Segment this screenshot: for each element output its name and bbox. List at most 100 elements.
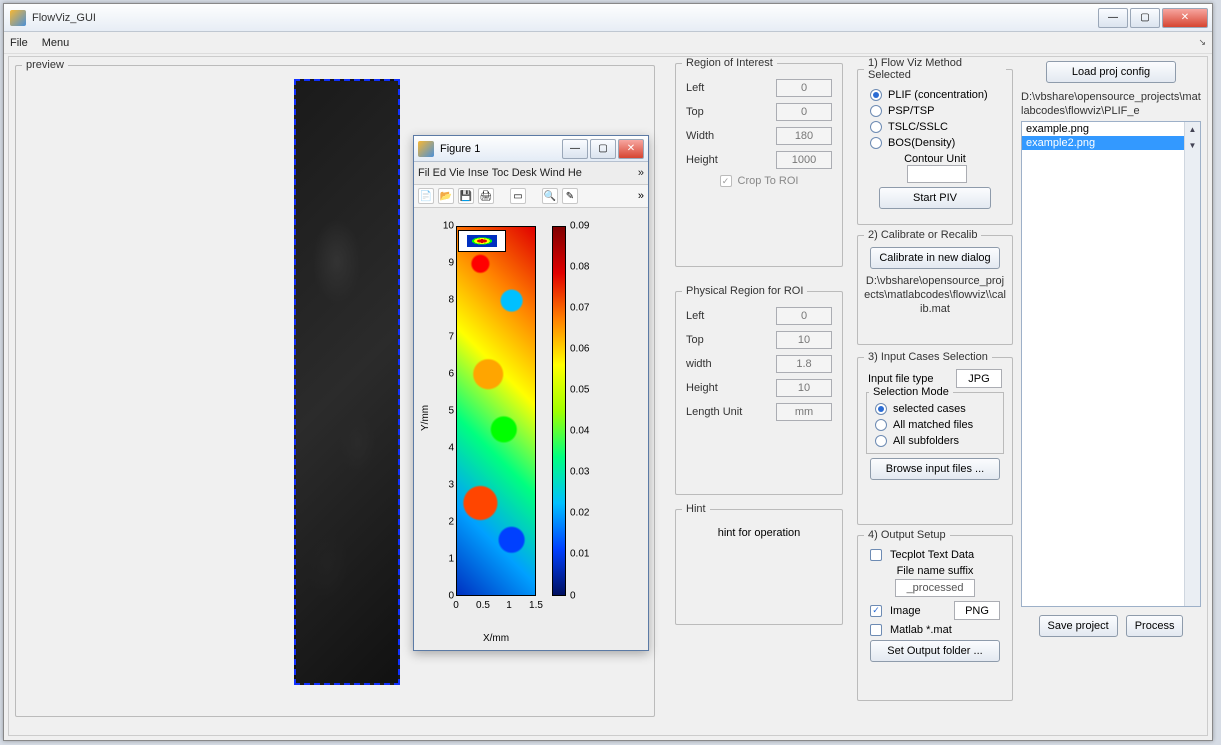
length-unit-input[interactable] bbox=[776, 403, 832, 421]
contour-unit-input[interactable] bbox=[907, 165, 967, 183]
radio-all-matched[interactable] bbox=[875, 419, 887, 431]
phys-left-label: Left bbox=[686, 310, 704, 322]
figure-titlebar[interactable]: Figure 1 — ▢ ✕ bbox=[414, 136, 648, 162]
radio-tslc[interactable] bbox=[870, 121, 882, 133]
save-project-button[interactable]: Save project bbox=[1039, 615, 1118, 637]
suffix-input[interactable] bbox=[895, 579, 975, 597]
preview-image[interactable] bbox=[294, 79, 400, 685]
colorbar-tick: 0 bbox=[570, 591, 576, 602]
x-axis-label: X/mm bbox=[456, 633, 536, 644]
roi-left-input[interactable] bbox=[776, 79, 832, 97]
method-panel: 1) Flow Viz Method Selected PLIF (concen… bbox=[857, 57, 1013, 225]
colorbar-tick: 0.05 bbox=[570, 385, 589, 396]
menu-file[interactable]: File bbox=[10, 37, 28, 49]
menubar-toggle-icon[interactable]: ↘ bbox=[1198, 37, 1206, 48]
length-unit-label: Length Unit bbox=[686, 406, 742, 418]
pointer-icon[interactable]: ▭ bbox=[510, 188, 526, 204]
hint-text: hint for operation bbox=[682, 527, 836, 539]
filetype-label: Input file type bbox=[868, 373, 933, 385]
hint-legend: Hint bbox=[682, 503, 710, 515]
open-icon[interactable]: 📂 bbox=[438, 188, 454, 204]
figure-title: Figure 1 bbox=[440, 143, 560, 155]
ytick: 2 bbox=[440, 517, 454, 528]
process-button[interactable]: Process bbox=[1126, 615, 1184, 637]
toolbar-more-icon[interactable]: » bbox=[638, 190, 644, 202]
figure-window[interactable]: Figure 1 — ▢ ✕ Fil Ed Vie Inse Toc Desk … bbox=[413, 135, 649, 651]
figmenu-window[interactable]: Wind bbox=[540, 167, 565, 179]
figmenu-tools[interactable]: Toc bbox=[492, 167, 509, 179]
figmenu-desktop[interactable]: Desk bbox=[512, 167, 537, 179]
figure-maximize-button[interactable]: ▢ bbox=[590, 139, 616, 159]
figure-toolbar: 📄 📂 💾 🖨 ▭ 🔍 ✎ » bbox=[414, 184, 648, 208]
preview-legend: preview bbox=[22, 59, 68, 71]
colorbar bbox=[552, 226, 566, 596]
figmenu-more-icon[interactable]: » bbox=[638, 167, 644, 179]
calibrate-button[interactable]: Calibrate in new dialog bbox=[870, 247, 999, 269]
image-type-input[interactable]: PNG bbox=[954, 601, 1000, 620]
figure-close-button[interactable]: ✕ bbox=[618, 139, 644, 159]
suffix-label: File name suffix bbox=[864, 565, 1006, 577]
radio-selected-cases-label: selected cases bbox=[893, 403, 966, 415]
roi-width-input[interactable] bbox=[776, 127, 832, 145]
list-item[interactable]: example2.png bbox=[1022, 136, 1200, 150]
physical-roi-panel: Physical Region for ROI Left Top width H… bbox=[675, 285, 843, 495]
load-proj-config-button[interactable]: Load proj config bbox=[1046, 61, 1176, 83]
figmenu-insert[interactable]: Inse bbox=[468, 167, 489, 179]
roi-height-label: Height bbox=[686, 154, 718, 166]
window-title: FlowViz_GUI bbox=[32, 12, 1096, 24]
figmenu-edit[interactable]: Ed bbox=[433, 167, 446, 179]
figure-plot-area: 10 9 8 7 6 5 4 3 2 1 0 Y/mm 0 0.5 1 1.5 … bbox=[414, 212, 648, 650]
radio-plif-label: PLIF (concentration) bbox=[888, 89, 988, 101]
axes[interactable] bbox=[456, 226, 536, 596]
tecplot-label: Tecplot Text Data bbox=[890, 549, 974, 561]
image-checkbox[interactable] bbox=[870, 605, 882, 617]
radio-tslc-label: TSLC/SSLC bbox=[888, 121, 948, 133]
colorbar-tick: 0.07 bbox=[570, 303, 589, 314]
figmenu-help[interactable]: He bbox=[568, 167, 582, 179]
phys-legend: Physical Region for ROI bbox=[682, 285, 807, 297]
brush-icon[interactable]: ✎ bbox=[562, 188, 578, 204]
figmenu-file[interactable]: Fil bbox=[418, 167, 430, 179]
menu-menu[interactable]: Menu bbox=[42, 37, 70, 49]
radio-all-subfolders[interactable] bbox=[875, 435, 887, 447]
phys-left-input[interactable] bbox=[776, 307, 832, 325]
roi-height-input[interactable] bbox=[776, 151, 832, 169]
phys-width-input[interactable] bbox=[776, 355, 832, 373]
calibrate-panel: 2) Calibrate or Recalib Calibrate in new… bbox=[857, 229, 1013, 345]
crop-to-roi-label: Crop To ROI bbox=[738, 175, 799, 187]
hint-panel: Hint hint for operation bbox=[675, 503, 843, 625]
calib-legend: 2) Calibrate or Recalib bbox=[864, 229, 981, 241]
roi-width-label: Width bbox=[686, 130, 714, 142]
list-item[interactable]: example.png bbox=[1022, 122, 1200, 136]
figure-minimize-button[interactable]: — bbox=[562, 139, 588, 159]
listbox-scrollbar[interactable]: ▲▼ bbox=[1184, 122, 1200, 606]
radio-bos[interactable] bbox=[870, 137, 882, 149]
roi-top-input[interactable] bbox=[776, 103, 832, 121]
phys-top-input[interactable] bbox=[776, 331, 832, 349]
colorbar-tick: 0.09 bbox=[570, 221, 589, 232]
menubar: File Menu ↘ bbox=[4, 32, 1212, 54]
radio-psp[interactable] bbox=[870, 105, 882, 117]
minimize-button[interactable]: — bbox=[1098, 8, 1128, 28]
phys-height-input[interactable] bbox=[776, 379, 832, 397]
print-icon[interactable]: 🖨 bbox=[478, 188, 494, 204]
filetype-input[interactable]: JPG bbox=[956, 369, 1002, 388]
browse-input-button[interactable]: Browse input files ... bbox=[870, 458, 1000, 480]
close-button[interactable]: ✕ bbox=[1162, 8, 1208, 28]
figmenu-view[interactable]: Vie bbox=[449, 167, 465, 179]
zoom-icon[interactable]: 🔍 bbox=[542, 188, 558, 204]
ytick: 10 bbox=[440, 221, 454, 232]
tecplot-checkbox[interactable] bbox=[870, 549, 882, 561]
input-cases-panel: 3) Input Cases Selection Input file type… bbox=[857, 351, 1013, 525]
start-piv-button[interactable]: Start PIV bbox=[879, 187, 991, 209]
radio-plif[interactable] bbox=[870, 89, 882, 101]
maximize-button[interactable]: ▢ bbox=[1130, 8, 1160, 28]
matlab-icon bbox=[418, 141, 434, 157]
matlab-checkbox[interactable] bbox=[870, 624, 882, 636]
save-icon[interactable]: 💾 bbox=[458, 188, 474, 204]
radio-selected-cases[interactable] bbox=[875, 403, 887, 415]
new-figure-icon[interactable]: 📄 bbox=[418, 188, 434, 204]
figure-menubar: Fil Ed Vie Inse Toc Desk Wind He » bbox=[414, 162, 648, 184]
set-output-folder-button[interactable]: Set Output folder ... bbox=[870, 640, 1000, 662]
file-listbox[interactable]: example.png example2.png ▲▼ bbox=[1021, 121, 1201, 607]
